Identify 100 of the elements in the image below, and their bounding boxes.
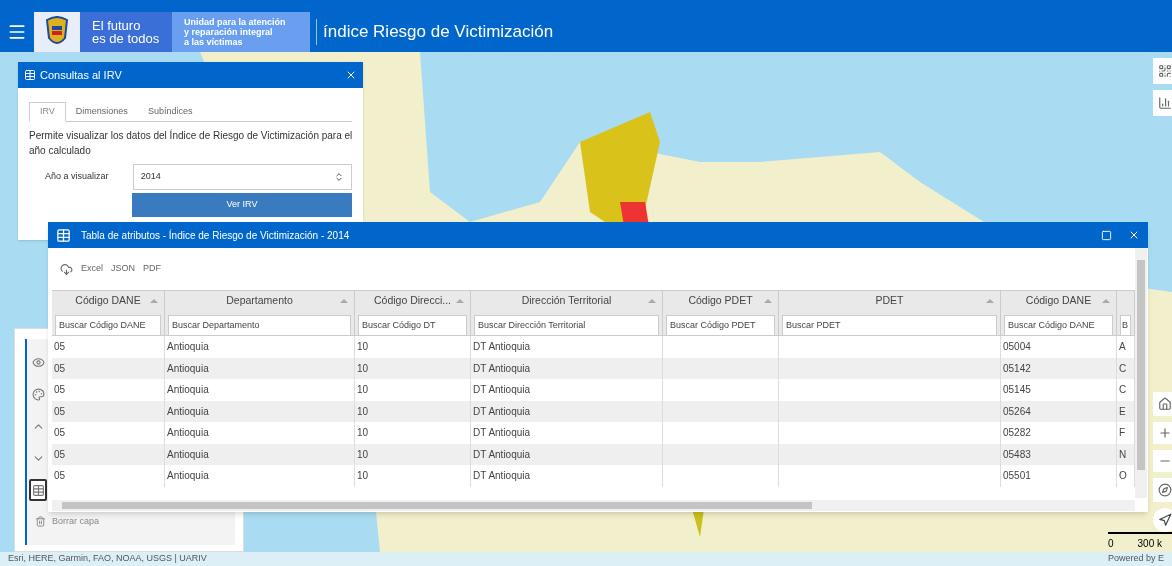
horizontal-scrollbar[interactable]: [52, 500, 1135, 511]
table-cell-text: 10: [357, 340, 369, 355]
table-cell-text: 10: [357, 447, 369, 462]
column-filter-field[interactable]: Buscar Código PDET: [666, 314, 775, 335]
panel-description: Permite visualizar los datos del Índice de Riesgo de Victimización para el año calculado: [29, 128, 354, 158]
column-header[interactable]: Código DANE: [75, 293, 141, 309]
table-cell-text: Antioquia: [167, 404, 209, 419]
column-header[interactable]: Código Direcci...: [374, 293, 451, 309]
grid-icon: [1158, 64, 1172, 78]
table-cell-text: Antioquia: [167, 447, 209, 462]
scale-bar: [1108, 532, 1172, 536]
panel-tab[interactable]: Subíndices: [137, 102, 203, 121]
table-window-title: Tabla de atributos - Índice de Riesgo de Victimización - 2014: [81, 228, 350, 243]
table-cell-text: Antioquia: [167, 361, 209, 376]
menu-icon: [7, 22, 27, 42]
column-header[interactable]: PDET: [875, 293, 904, 309]
app-title: índice Riesgo de Victimización: [323, 21, 554, 44]
layer-tool-button[interactable]: [29, 479, 47, 501]
close-icon: [1128, 229, 1140, 241]
unit-text: Unidad para la atención: [184, 17, 287, 27]
maximize-icon: [1101, 229, 1112, 241]
zoom-in-button[interactable]: [1153, 422, 1172, 444]
sort-arrow-icon[interactable]: [986, 299, 994, 303]
table-cell-text: DT Antioquia: [473, 426, 531, 441]
brand-text: es de todos: [92, 32, 160, 45]
table-icon: [31, 483, 45, 497]
home-button[interactable]: [1153, 392, 1172, 416]
table-cell-text: C: [1119, 361, 1127, 376]
close-icon: [345, 69, 357, 81]
column-header[interactable]: Código DANE: [1025, 293, 1092, 309]
plus-icon: [1158, 426, 1172, 440]
close-button[interactable]: [345, 69, 357, 81]
table-cell-text: Antioquia: [167, 426, 209, 441]
powered-by-text: Powered by E: [1107, 552, 1164, 566]
column-filter-field[interactable]: Buscar Código DT: [358, 314, 467, 335]
table-cell-text: O: [1119, 469, 1127, 484]
panel-title: Consultas al IRV: [40, 67, 122, 83]
map-attribution: Esri, HERE, Garmin, FAO, NOAA, USGS | UARIV: [8, 552, 207, 566]
table-cell-text: 10: [357, 426, 369, 441]
table-cell-text: 10: [357, 361, 369, 376]
table-cell-text: 05145: [1003, 383, 1031, 398]
column-filter-field[interactable]: Buscar Dirección Territorial: [474, 314, 659, 335]
column-filter-field[interactable]: B: [1120, 314, 1131, 335]
unit-text: y reparación integral: [184, 27, 274, 37]
table-cell-text: 05004: [1003, 340, 1031, 355]
column-filter-field[interactable]: Buscar Código DANE: [55, 314, 161, 335]
zoom-out-button[interactable]: [1153, 450, 1172, 472]
vertical-scrollbar[interactable]: [1135, 248, 1147, 498]
sort-arrow-icon[interactable]: [456, 299, 464, 303]
column-filter-field[interactable]: Buscar Departamento: [168, 314, 351, 335]
column-header[interactable]: Dirección Territorial: [521, 293, 612, 309]
year-label: Año a visualizar: [44, 170, 110, 184]
table-cell-text: 05264: [1003, 404, 1031, 419]
table-cell-text: 05: [54, 469, 66, 484]
column-header[interactable]: Código PDET: [688, 293, 753, 309]
sort-arrow-icon[interactable]: [150, 299, 158, 303]
export-link[interactable]: PDF: [143, 262, 162, 276]
table-cell-text: 10: [357, 383, 369, 398]
table-cell-text: 05142: [1003, 361, 1031, 376]
close-button[interactable]: [1128, 229, 1140, 241]
palette-icon: [31, 387, 45, 401]
scale-label: 0: [1108, 537, 1114, 551]
sort-arrow-icon[interactable]: [764, 299, 772, 303]
table-cell-text: E: [1119, 404, 1126, 419]
view-irv-button[interactable]: Ver IRV: [132, 193, 352, 217]
panel-tab[interactable]: Dimensiones: [65, 102, 138, 121]
table-cell-text: 05483: [1003, 447, 1031, 462]
home-icon: [1158, 397, 1172, 411]
eye-icon: [31, 355, 45, 369]
maximize-button[interactable]: [1101, 229, 1112, 241]
chart-icon: [1158, 96, 1172, 110]
column-header[interactable]: Departamento: [226, 293, 293, 309]
download-icon: [60, 262, 73, 276]
year-select[interactable]: 2014: [132, 164, 352, 190]
grid-tool-button[interactable]: [1153, 58, 1172, 84]
table-cell-text: DT Antioquia: [473, 340, 531, 355]
table-cell-text: A: [1119, 340, 1126, 355]
table-cell-text: 05: [54, 447, 66, 462]
export-link[interactable]: JSON: [111, 262, 136, 276]
trash-icon: [35, 516, 46, 528]
sort-arrow-icon[interactable]: [340, 299, 348, 303]
table-cell-text: 05: [54, 361, 66, 376]
table-cell-text: 05: [54, 404, 66, 419]
export-link[interactable]: Excel: [81, 262, 103, 276]
table-icon: [56, 227, 71, 243]
column-filter-field[interactable]: Buscar PDET: [782, 314, 997, 335]
locate-button[interactable]: [1153, 478, 1172, 502]
panel-tab[interactable]: IRV: [29, 102, 66, 122]
table-cell-text: C: [1119, 383, 1127, 398]
table-cell-text: Antioquia: [167, 469, 209, 484]
unit-text: a las víctimas: [184, 37, 244, 47]
brand-text: El futuro: [92, 19, 142, 32]
panel-icon: [24, 69, 36, 81]
table-cell-text: DT Antioquia: [473, 383, 531, 398]
column-filter-field[interactable]: Buscar Código DANE: [1004, 314, 1113, 335]
table-cell-text: 05: [54, 426, 66, 441]
table-cell-text: 05: [54, 383, 66, 398]
sort-arrow-icon[interactable]: [1102, 299, 1110, 303]
sort-arrow-icon[interactable]: [648, 299, 656, 303]
chart-tool-button[interactable]: [1153, 90, 1172, 116]
